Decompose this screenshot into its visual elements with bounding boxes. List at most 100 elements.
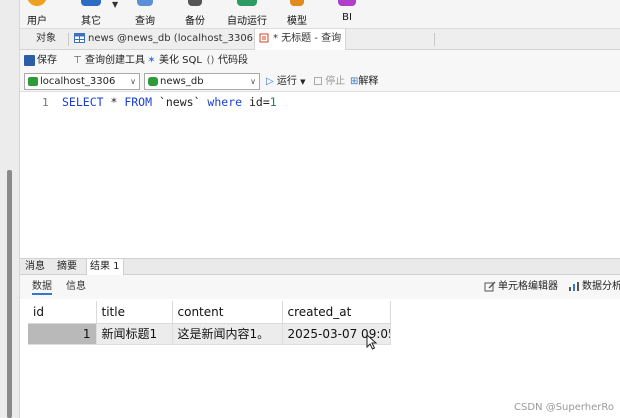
backup-icon <box>188 0 202 6</box>
tab-messages[interactable]: 消息 <box>22 259 48 275</box>
query-builder-icon: ⊤ <box>73 54 82 66</box>
stop-icon <box>314 77 322 85</box>
data-analysis-button[interactable]: 数据分析 <box>568 279 620 295</box>
sql-keyword-from: FROM <box>124 95 153 109</box>
table-row[interactable]: 1 新闻标题1 这是新闻内容1。 2025-03-07 09:05: <box>28 323 391 345</box>
sql-token-table: `news` <box>152 95 208 109</box>
tab-news-table[interactable]: news @news_db (localhost_3306) - 表 <box>74 29 277 50</box>
cell-editor-label: 单元格编辑器 <box>498 281 558 292</box>
column-header-content[interactable]: content <box>172 301 283 324</box>
result-table: id title content created_at 1 新闻标题1 这是新闻… <box>28 301 391 345</box>
line-number: 1 <box>42 96 49 109</box>
result-panel-tabs: 消息 摘要 结果 1 <box>20 258 620 275</box>
left-panel-strip <box>0 0 20 418</box>
sql-keyword-where: where <box>207 95 243 109</box>
cell-id[interactable]: 1 <box>28 323 97 345</box>
server-select[interactable]: localhost_3306 ∨ <box>24 73 140 90</box>
column-header-created-at[interactable]: created_at <box>282 301 391 324</box>
tab-untitled-query[interactable]: * 无标题 - 查询 <box>254 29 347 50</box>
cell-content[interactable]: 这是新闻内容1。 <box>172 323 283 345</box>
sql-token-number: 1 <box>269 95 277 109</box>
data-analysis-label: 数据分析 <box>582 281 620 292</box>
ribbon-backup-label: 备份 <box>185 16 205 27</box>
left-scrollbar[interactable] <box>7 170 12 418</box>
server-select-value: localhost_3306 <box>40 76 116 87</box>
chart-icon <box>569 281 579 291</box>
model-icon <box>290 0 304 6</box>
other-icon <box>81 0 101 6</box>
ribbon-other-dropdown-icon[interactable]: ▼ <box>112 0 118 9</box>
sql-editor[interactable]: 1 SELECT * FROM `news` where id=1 <box>20 92 620 258</box>
stop-button[interactable]: 停止 <box>314 73 345 90</box>
tab-objects-label: 对象 <box>36 33 56 44</box>
explain-button[interactable]: ⊞解释 <box>350 73 378 90</box>
explain-label: 解释 <box>358 76 379 87</box>
result-view-tabs: 数据 信息 单元格编辑器 数据分析 <box>20 275 620 299</box>
sql-keyword-select: SELECT <box>62 95 104 109</box>
beautify-sql-button[interactable]: ✶ 美化 SQL <box>146 53 202 69</box>
code-snippet-icon: () <box>206 54 215 66</box>
tab-separator <box>434 33 435 46</box>
query-tab-icon <box>259 33 269 43</box>
run-dropdown-icon[interactable]: ▼ <box>300 78 305 86</box>
mouse-cursor-icon <box>366 334 378 350</box>
document-tab-bar: 对象 news @news_db (localhost_3306) - 表 * … <box>20 29 620 50</box>
code-snippet-button[interactable]: () 代码段 <box>205 53 248 69</box>
ribbon-other-button[interactable]: 其它 <box>74 0 108 29</box>
editor-gutter: 1 <box>20 92 56 258</box>
query-icon <box>137 0 153 6</box>
ribbon-other-label: 其它 <box>81 16 101 27</box>
ribbon-user-button[interactable]: 用户 <box>20 0 54 29</box>
ribbon-bi-label: BI <box>342 12 352 23</box>
sql-token-condition: id= <box>242 95 270 109</box>
ribbon-user-label: 用户 <box>27 16 47 27</box>
save-label: 保存 <box>37 55 57 66</box>
tab-untitled-query-label: * 无标题 - 查询 <box>273 33 342 44</box>
chevron-down-icon: ∨ <box>130 77 136 86</box>
ribbon-backup-button[interactable]: 备份 <box>178 0 212 29</box>
query-builder-label: 查询创建工具 <box>85 55 145 66</box>
tab-data[interactable]: 数据 <box>32 279 52 295</box>
query-toolbar: 保存 ⊤ 查询创建工具 ✶ 美化 SQL () 代码段 <box>20 50 620 72</box>
query-builder-button[interactable]: ⊤ 查询创建工具 <box>72 53 145 69</box>
cell-title[interactable]: 新闻标题1 <box>96 323 173 345</box>
watermark: CSDN @SuperherRo <box>514 402 615 413</box>
database-select-value: news_db <box>160 76 204 87</box>
column-header-title[interactable]: title <box>96 301 173 324</box>
sql-token-star: * <box>103 95 125 109</box>
ribbon-model-button[interactable]: 模型 <box>280 0 314 29</box>
ribbon-bi-button[interactable]: BI <box>330 0 364 29</box>
tab-separator <box>68 33 69 46</box>
result-grid: id title content created_at 1 新闻标题1 这是新闻… <box>20 299 620 418</box>
chevron-down-icon: ∨ <box>250 77 256 86</box>
tab-summary[interactable]: 摘要 <box>54 259 80 275</box>
table-header-row: id title content created_at <box>28 301 391 324</box>
user-icon <box>27 0 47 6</box>
run-button[interactable]: ▷ 运行 ▼ <box>266 73 305 90</box>
cell-editor-button[interactable]: 单元格编辑器 <box>484 279 558 295</box>
table-icon <box>74 33 85 43</box>
ribbon-query-label: 查询 <box>135 16 155 27</box>
ribbon-autorun-label: 自动运行 <box>227 16 267 27</box>
edit-icon <box>484 281 496 291</box>
database-select[interactable]: news_db ∨ <box>144 73 260 90</box>
database-icon <box>148 77 158 86</box>
beautify-sql-label: 美化 SQL <box>159 55 202 66</box>
code-snippet-label: 代码段 <box>218 55 248 66</box>
column-header-id[interactable]: id <box>28 301 97 324</box>
run-icon: ▷ <box>266 76 274 87</box>
tab-objects[interactable]: 对象 <box>36 29 56 50</box>
autorun-icon <box>237 0 257 6</box>
tab-result-1[interactable]: 结果 1 <box>86 259 124 275</box>
connection-bar: localhost_3306 ∨ news_db ∨ ▷ 运行 ▼ 停止 ⊞解释 <box>20 72 620 92</box>
beautify-icon: ✶ <box>147 54 156 66</box>
tab-info[interactable]: 信息 <box>66 279 86 295</box>
sql-code-line[interactable]: SELECT * FROM `news` where id=1 <box>62 95 277 109</box>
main-ribbon: 用户 其它 ▼ 查询 备份 自动运行 模型 BI <box>20 0 620 29</box>
bi-icon <box>338 0 356 6</box>
save-button[interactable]: 保存 <box>24 53 57 69</box>
ribbon-model-label: 模型 <box>287 16 307 27</box>
ribbon-autorun-button[interactable]: 自动运行 <box>224 0 270 29</box>
server-icon <box>28 77 38 86</box>
ribbon-query-button[interactable]: 查询 <box>128 0 162 29</box>
